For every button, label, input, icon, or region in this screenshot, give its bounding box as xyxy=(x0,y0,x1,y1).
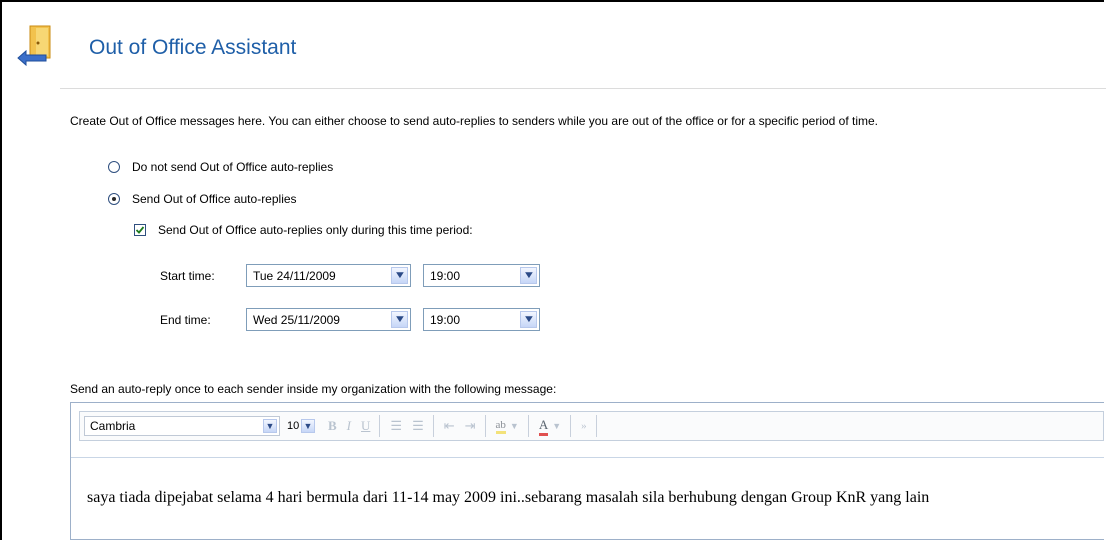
start-time-label: Start time: xyxy=(160,268,215,283)
chevron-down-icon[interactable]: ▼ xyxy=(520,311,537,328)
toolbar-divider xyxy=(432,415,434,437)
increase-indent-icon[interactable]: ⇥ xyxy=(465,418,476,434)
out-of-office-door-icon xyxy=(17,25,51,67)
chevron-down-icon[interactable]: ▼ xyxy=(301,419,315,433)
end-time-select[interactable]: 19:00 ▼ xyxy=(423,308,540,331)
editor-toolbar: Cambria ▼ 10 ▼ B I U ☰ ☰ ⇤ ⇥ ab ▼ A ▼ » xyxy=(71,403,1104,458)
font-select[interactable]: Cambria ▼ xyxy=(84,416,280,436)
time-period-option[interactable]: Send Out of Office auto-replies only dur… xyxy=(134,223,473,237)
numbered-list-icon[interactable]: ☰ xyxy=(412,418,424,434)
chevron-down-icon[interactable]: ▼ xyxy=(263,419,277,433)
message-body[interactable]: saya tiada dipejabat selama 4 hari bermu… xyxy=(87,489,929,507)
message-editor[interactable]: Cambria ▼ 10 ▼ B I U ☰ ☰ ⇤ ⇥ ab ▼ A ▼ » xyxy=(70,402,1104,540)
toolbar-divider xyxy=(527,415,529,437)
option-send-auto-reply[interactable]: Send Out of Office auto-replies xyxy=(108,192,297,206)
underline-icon[interactable]: U xyxy=(361,418,370,434)
end-time-row: End time: Wed 25/11/2009 ▼ 19:00 ▼ xyxy=(160,308,540,331)
formatting-bar: Cambria ▼ 10 ▼ B I U ☰ ☰ ⇤ ⇥ ab ▼ A ▼ » xyxy=(79,411,1104,441)
intro-text: Create Out of Office messages here. You … xyxy=(70,114,879,128)
chevron-down-icon[interactable]: ▼ xyxy=(391,267,408,284)
chevron-down-icon[interactable]: ▼ xyxy=(510,421,519,431)
font-select-value: Cambria xyxy=(90,419,136,433)
bold-icon[interactable]: B xyxy=(328,418,337,434)
option-no-auto-reply-label: Do not send Out of Office auto-replies xyxy=(132,160,334,174)
radio-send-auto-reply[interactable] xyxy=(108,193,120,205)
toolbar-divider xyxy=(379,415,381,437)
font-size-select[interactable]: 10 ▼ xyxy=(284,416,318,436)
start-time-select[interactable]: 19:00 ▼ xyxy=(423,264,540,287)
chevron-down-icon[interactable]: ▼ xyxy=(552,421,561,431)
chevron-down-icon[interactable]: ▼ xyxy=(391,311,408,328)
toolbar-divider xyxy=(595,415,597,437)
decrease-indent-icon[interactable]: ⇤ xyxy=(444,418,455,434)
time-period-label: Send Out of Office auto-replies only dur… xyxy=(158,223,473,237)
chevron-down-icon[interactable]: ▼ xyxy=(520,267,537,284)
time-period-checkbox[interactable] xyxy=(134,224,146,236)
message-label: Send an auto-reply once to each sender i… xyxy=(70,382,557,396)
font-size-value: 10 xyxy=(287,420,300,432)
page-title: Out of Office Assistant xyxy=(89,36,297,59)
italic-icon[interactable]: I xyxy=(347,418,351,434)
toolbar-divider xyxy=(570,415,572,437)
option-send-auto-reply-label: Send Out of Office auto-replies xyxy=(132,192,297,206)
end-time-value: 19:00 xyxy=(430,312,461,327)
toolbar-divider xyxy=(484,415,486,437)
radio-no-auto-reply[interactable] xyxy=(108,161,120,173)
more-options-icon[interactable]: » xyxy=(581,420,587,432)
checkmark-icon xyxy=(135,226,145,234)
header-divider xyxy=(60,88,1106,89)
start-time-value: 19:00 xyxy=(430,268,461,283)
start-time-row: Start time: Tue 24/11/2009 ▼ 19:00 ▼ xyxy=(160,264,540,287)
option-no-auto-reply[interactable]: Do not send Out of Office auto-replies xyxy=(108,160,333,174)
font-color-icon[interactable]: A xyxy=(538,417,549,436)
start-date-value: Tue 24/11/2009 xyxy=(253,268,336,283)
highlight-icon[interactable]: ab xyxy=(495,419,506,434)
end-time-label: End time: xyxy=(160,312,211,327)
start-date-select[interactable]: Tue 24/11/2009 ▼ xyxy=(246,264,411,287)
end-date-select[interactable]: Wed 25/11/2009 ▼ xyxy=(246,308,411,331)
end-date-value: Wed 25/11/2009 xyxy=(253,312,340,327)
bullet-list-icon[interactable]: ☰ xyxy=(390,418,402,434)
